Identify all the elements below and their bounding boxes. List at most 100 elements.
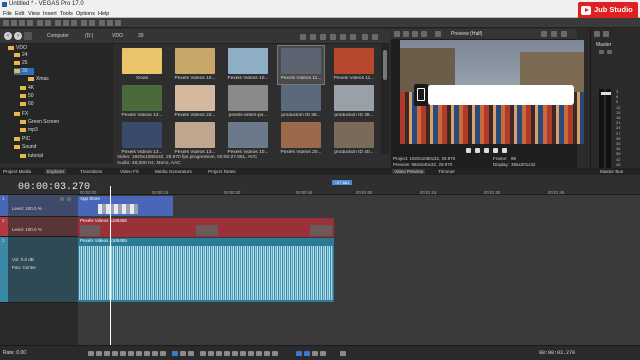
fx-icon[interactable]: [412, 31, 418, 37]
menu-file[interactable]: File: [3, 11, 12, 17]
tree-item-vdo[interactable]: VDO: [8, 45, 108, 52]
preview-quality-icon[interactable]: [435, 31, 441, 37]
tab-video-preview[interactable]: Video Preview: [392, 169, 426, 174]
file-tile[interactable]: production ID 38...: [278, 83, 324, 121]
prev-frame-icon[interactable]: [152, 351, 158, 356]
tab-transitions[interactable]: Transitions: [80, 169, 102, 174]
track-header-2[interactable]: 2 Level: 100.0 %: [0, 217, 78, 237]
pause-icon[interactable]: [484, 148, 489, 153]
tab-trimmer[interactable]: Trimmer: [438, 169, 455, 174]
go-to-end-icon[interactable]: [144, 351, 150, 356]
stop-icon[interactable]: [493, 148, 498, 153]
file-tile[interactable]: Pexels Videos 23...: [172, 83, 218, 121]
ignore-grouping-icon[interactable]: [256, 351, 262, 356]
track-volume[interactable]: Vol: 0.0 dB: [12, 257, 34, 262]
properties-icon[interactable]: [37, 20, 43, 26]
render-icon[interactable]: [27, 20, 33, 26]
play-from-start-icon[interactable]: [104, 351, 110, 356]
clip-pexels-video[interactable]: Pexels Videos 1168455: [78, 218, 334, 237]
delete-icon[interactable]: [208, 351, 214, 356]
menu-view[interactable]: View: [28, 11, 40, 17]
next-frame-icon[interactable]: [160, 351, 166, 356]
track-header-3[interactable]: 3 Vol: 0.0 dB Pan: Center: [0, 237, 78, 303]
regions-icon[interactable]: [320, 351, 326, 356]
file-tile[interactable]: Pexels Videos 20...: [278, 120, 324, 154]
master-settings-icon[interactable]: [603, 31, 609, 37]
save-icon[interactable]: [19, 20, 25, 26]
split-screen-icon[interactable]: [421, 31, 427, 37]
tree-item-50[interactable]: 50: [20, 93, 108, 100]
envelope-edit-tool-icon[interactable]: [180, 351, 186, 356]
menu-edit[interactable]: Edit: [15, 11, 24, 17]
markers-icon[interactable]: [312, 351, 318, 356]
master-fx-icon[interactable]: [594, 31, 600, 37]
menu-options[interactable]: Options: [76, 11, 95, 17]
file-grid-scrollbar[interactable]: [381, 44, 389, 154]
split-icon[interactable]: [240, 351, 246, 356]
tab-master-bus[interactable]: Master Bus: [600, 169, 623, 174]
normal-edit-tool-icon[interactable]: [172, 351, 178, 356]
pause-icon[interactable]: [120, 351, 126, 356]
redo-icon[interactable]: [89, 20, 95, 26]
crumb-vdo[interactable]: VDO: [112, 33, 123, 39]
preview-quality-label[interactable]: Preview (Half): [451, 31, 482, 37]
selection-tool-icon[interactable]: [115, 20, 121, 26]
track-pan[interactable]: Pan: Center: [12, 265, 36, 270]
track-level[interactable]: Level: 100.0 %: [12, 206, 42, 211]
play-icon[interactable]: [475, 148, 480, 153]
trim-end-icon[interactable]: [232, 351, 238, 356]
external-monitor-icon[interactable]: [403, 31, 409, 37]
file-tile[interactable]: Pexels Videos 10...: [172, 46, 218, 84]
views-icon[interactable]: [320, 34, 326, 40]
save-snapshot-icon[interactable]: [561, 31, 567, 37]
scrollbar-thumb[interactable]: [383, 50, 387, 80]
file-tile[interactable]: Pexels Videos 10...: [225, 120, 271, 154]
paste-icon[interactable]: [71, 20, 77, 26]
record-icon[interactable]: [88, 351, 94, 356]
tree-item-pic[interactable]: PIC: [14, 136, 108, 143]
file-tile[interactable]: Pexels Videos 10...: [225, 46, 271, 84]
loop-icon[interactable]: [466, 148, 471, 153]
tree-item-4k[interactable]: 4K: [20, 85, 108, 92]
tree-item-xmas[interactable]: Xmas: [28, 76, 108, 83]
tree-item-25[interactable]: 25: [14, 60, 108, 67]
master-fader-handle[interactable]: [601, 92, 611, 95]
lock-envelopes-icon[interactable]: [248, 351, 254, 356]
file-tile[interactable]: Pexels Videos 11...: [331, 46, 377, 84]
crumb-drive[interactable]: (D:): [85, 33, 93, 39]
copy-icon[interactable]: [63, 20, 69, 26]
menu-insert[interactable]: Insert: [43, 11, 57, 17]
event-fx-icon[interactable]: [340, 351, 346, 356]
open-icon[interactable]: [11, 20, 17, 26]
up-folder-icon[interactable]: [24, 32, 32, 40]
go-to-start-icon[interactable]: [136, 351, 142, 356]
explorer-menu-icon[interactable]: [372, 34, 378, 40]
cut-icon[interactable]: [55, 20, 61, 26]
tree-item-mp3[interactable]: mp3: [20, 127, 108, 134]
selection-edit-tool-icon[interactable]: [188, 351, 194, 356]
play-icon[interactable]: [112, 351, 118, 356]
delete-icon[interactable]: [310, 34, 316, 40]
solo-icon[interactable]: [67, 197, 71, 201]
ripple-edit-icon[interactable]: [296, 351, 302, 356]
tree-item-sound[interactable]: Sound: [14, 144, 108, 151]
crumb-computer[interactable]: Computer: [47, 33, 69, 39]
refresh-icon[interactable]: [300, 34, 306, 40]
forward-icon[interactable]: ›: [14, 32, 22, 40]
favorites-icon[interactable]: [362, 34, 368, 40]
file-tile[interactable]: Xmas: [119, 46, 165, 84]
trim-start-icon[interactable]: [224, 351, 230, 356]
playhead[interactable]: [110, 186, 111, 346]
tab-video-fx[interactable]: Video FX: [120, 169, 139, 174]
tree-item-60[interactable]: 60: [20, 101, 108, 108]
play-preview-icon[interactable]: [330, 34, 336, 40]
stop-icon[interactable]: [128, 351, 134, 356]
loop-playback-icon[interactable]: [96, 351, 102, 356]
clip-pexels-audio[interactable]: Pexels Videos 1168455: [78, 238, 334, 302]
menu-tools[interactable]: Tools: [60, 11, 73, 17]
file-tile[interactable]: Pexels Videos 13...: [119, 120, 165, 154]
tree-item-24[interactable]: 24: [14, 52, 108, 59]
menu-help[interactable]: Help: [98, 11, 109, 17]
file-tile[interactable]: Pexels Videos 11...: [277, 45, 325, 85]
track-level[interactable]: Level: 100.0 %: [12, 227, 42, 232]
